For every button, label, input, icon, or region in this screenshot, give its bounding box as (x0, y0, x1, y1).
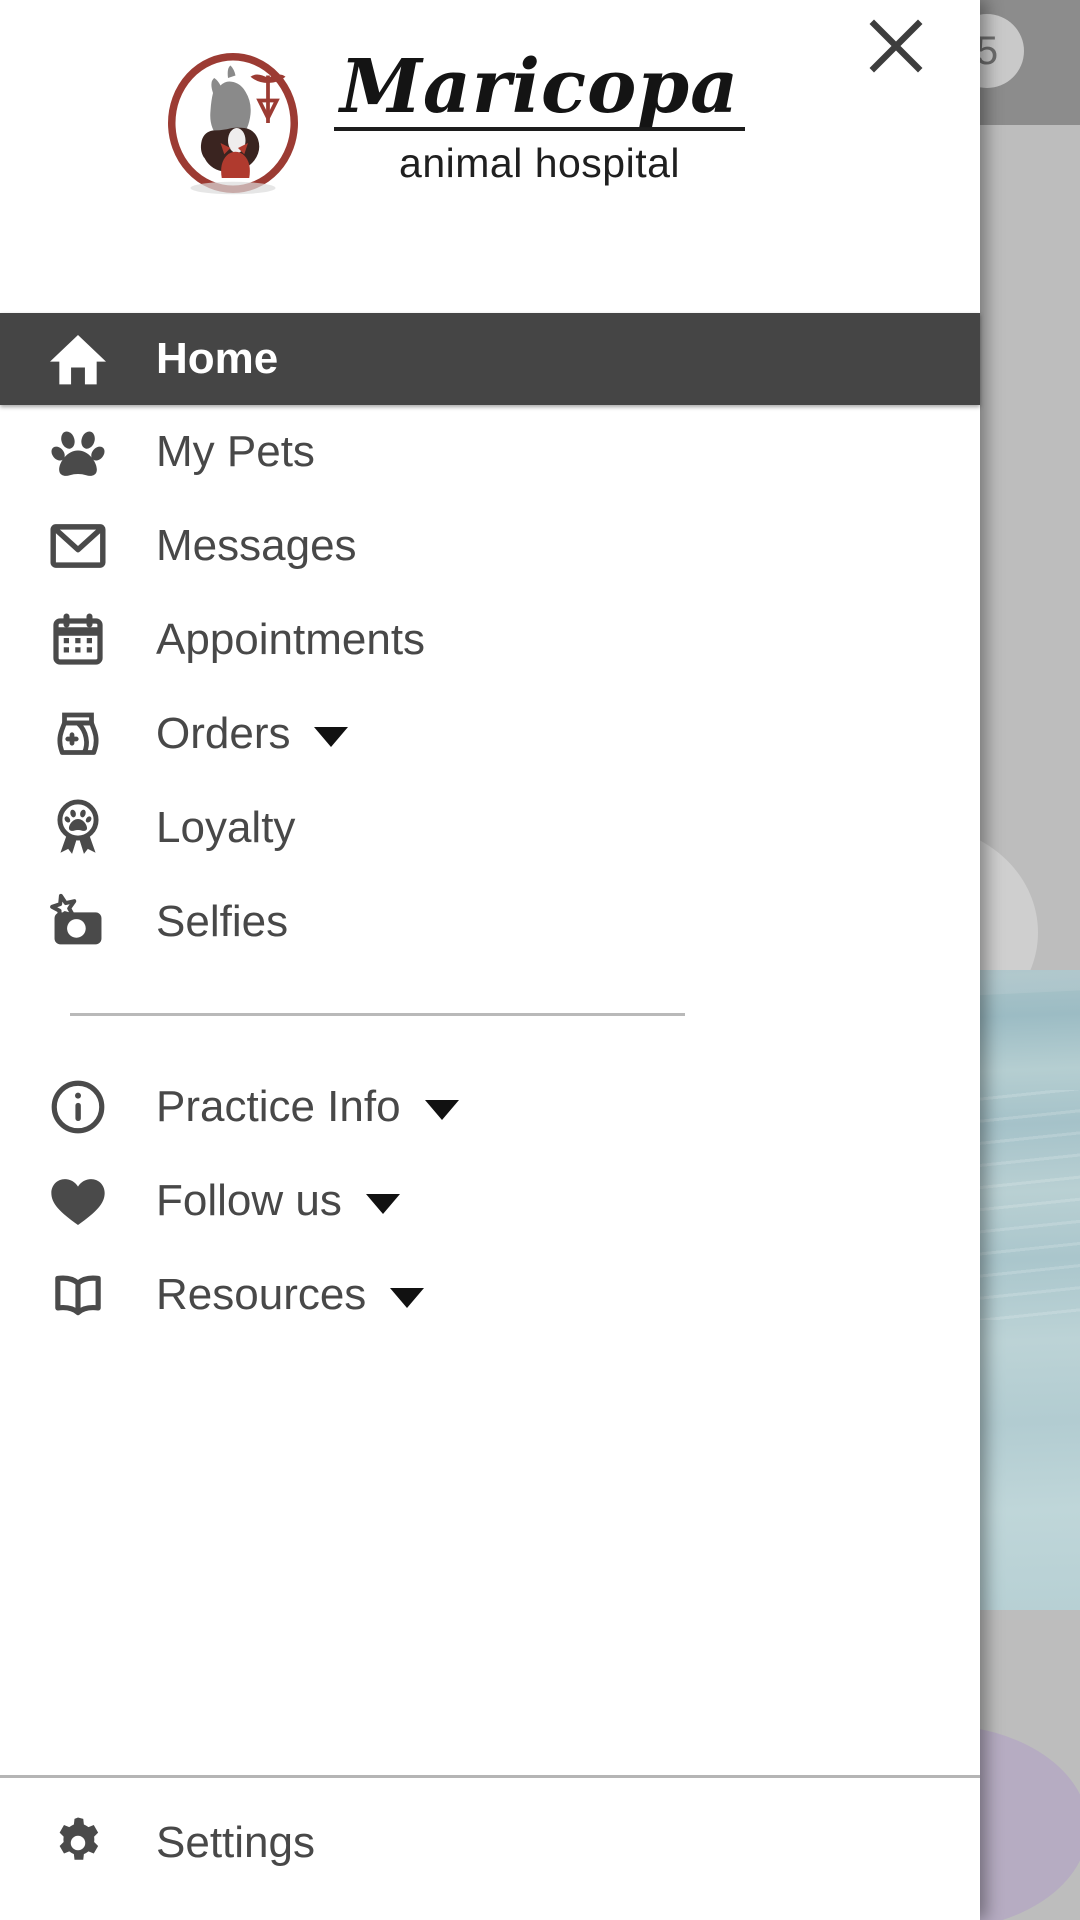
sidebar-item-selfies[interactable]: Selfies (0, 875, 980, 969)
drawer-header: Maricopa animal hospital (0, 0, 980, 313)
sidebar-item-label: Home (156, 334, 279, 383)
sidebar-item-label: Loyalty (156, 803, 296, 852)
open-book-icon (0, 1264, 156, 1326)
home-icon (0, 327, 156, 391)
sidebar-item-label: Messages (156, 521, 357, 570)
drawer-footer: Settings (0, 1775, 980, 1920)
food-bag-icon (0, 704, 156, 764)
sidebar-item-orders[interactable]: Orders (0, 687, 980, 781)
drawer-nav: Home My Pets Messages Appointments Order… (0, 313, 980, 1775)
award-paw-icon (0, 797, 156, 859)
paw-icon (0, 421, 156, 483)
sidebar-item-messages[interactable]: Messages (0, 499, 980, 593)
chevron-down-icon[interactable] (424, 1100, 459, 1120)
sidebar-item-label: Orders (156, 709, 291, 758)
brand-logo[interactable]: Maricopa animal hospital (158, 48, 746, 198)
brand-wordmark: Maricopa animal hospital (334, 50, 746, 196)
sidebar-item-follow-us[interactable]: Follow us (0, 1154, 980, 1248)
camera-star-icon (0, 890, 156, 954)
maricopa-animal-hospital-logo (168, 53, 298, 195)
calendar-icon (0, 610, 156, 670)
sidebar-item-practice-info[interactable]: Practice Info (0, 1060, 980, 1154)
sidebar-item-resources[interactable]: Resources (0, 1248, 980, 1342)
sidebar-item-label: Practice Info (156, 1082, 401, 1131)
sidebar-item-label: Settings (156, 1818, 315, 1867)
brand-name: Maricopa (334, 50, 746, 132)
sidebar-item-home[interactable]: Home (0, 313, 980, 405)
chevron-down-icon[interactable] (314, 727, 349, 747)
envelope-icon (0, 515, 156, 577)
sidebar-item-my-pets[interactable]: My Pets (0, 405, 980, 499)
sidebar-item-appointments[interactable]: Appointments (0, 593, 980, 687)
info-circle-icon (0, 1076, 156, 1138)
brand-tagline: animal hospital (399, 140, 681, 187)
sidebar-item-settings[interactable]: Settings (0, 1796, 980, 1890)
chevron-down-icon[interactable] (390, 1288, 425, 1308)
heart-icon (0, 1169, 156, 1233)
sidebar-item-label: Appointments (156, 615, 426, 664)
nav-section-divider (70, 1013, 685, 1016)
sidebar-item-label: Selfies (156, 897, 289, 946)
navigation-drawer: Maricopa animal hospital Home My Pets Me… (0, 0, 980, 1920)
gear-icon (0, 1813, 156, 1873)
sidebar-item-label: My Pets (156, 427, 315, 476)
sidebar-item-loyalty[interactable]: Loyalty (0, 781, 980, 875)
close-drawer-button[interactable] (858, 8, 934, 84)
close-icon (869, 19, 923, 73)
sidebar-item-label: Follow us (156, 1176, 342, 1225)
chevron-down-icon[interactable] (365, 1194, 400, 1214)
sidebar-item-label: Resources (156, 1270, 367, 1319)
